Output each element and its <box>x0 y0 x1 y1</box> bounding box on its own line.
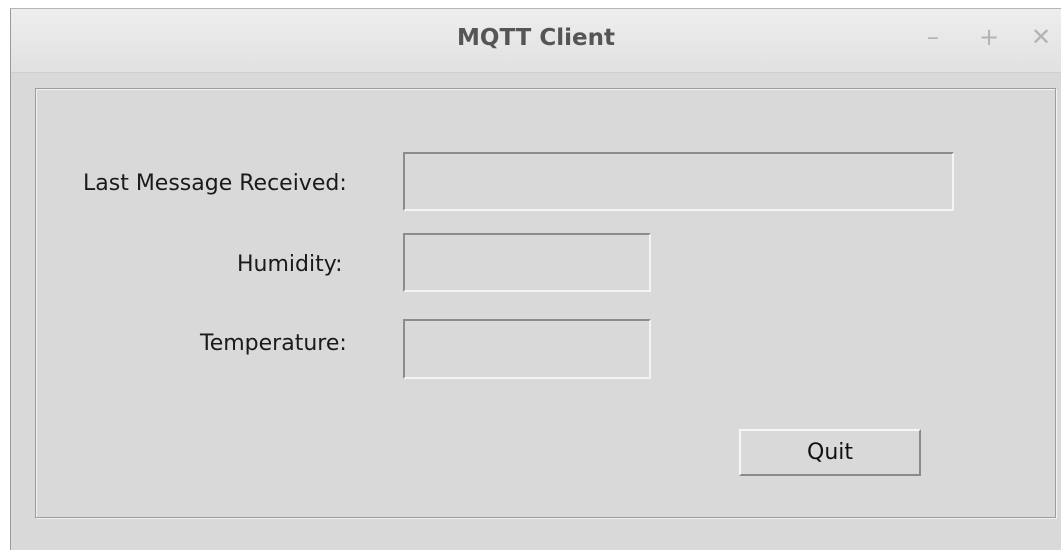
mqtt-client-window: MQTT Client – + ✕ Last Message Received:… <box>10 8 1061 550</box>
temperature-label: Temperature: <box>200 331 347 356</box>
humidity-label: Humidity: <box>237 252 343 277</box>
last-message-label: Last Message Received: <box>83 171 347 196</box>
close-icon[interactable]: ✕ <box>1027 23 1055 51</box>
maximize-icon[interactable]: + <box>975 23 1003 51</box>
humidity-field[interactable] <box>403 233 651 292</box>
quit-button[interactable]: Quit <box>739 429 921 476</box>
minimize-icon[interactable]: – <box>919 23 947 51</box>
title-bar[interactable]: MQTT Client – + ✕ <box>11 9 1061 73</box>
window-title: MQTT Client <box>457 25 615 51</box>
temperature-field[interactable] <box>403 319 651 379</box>
last-message-field[interactable] <box>403 152 954 211</box>
